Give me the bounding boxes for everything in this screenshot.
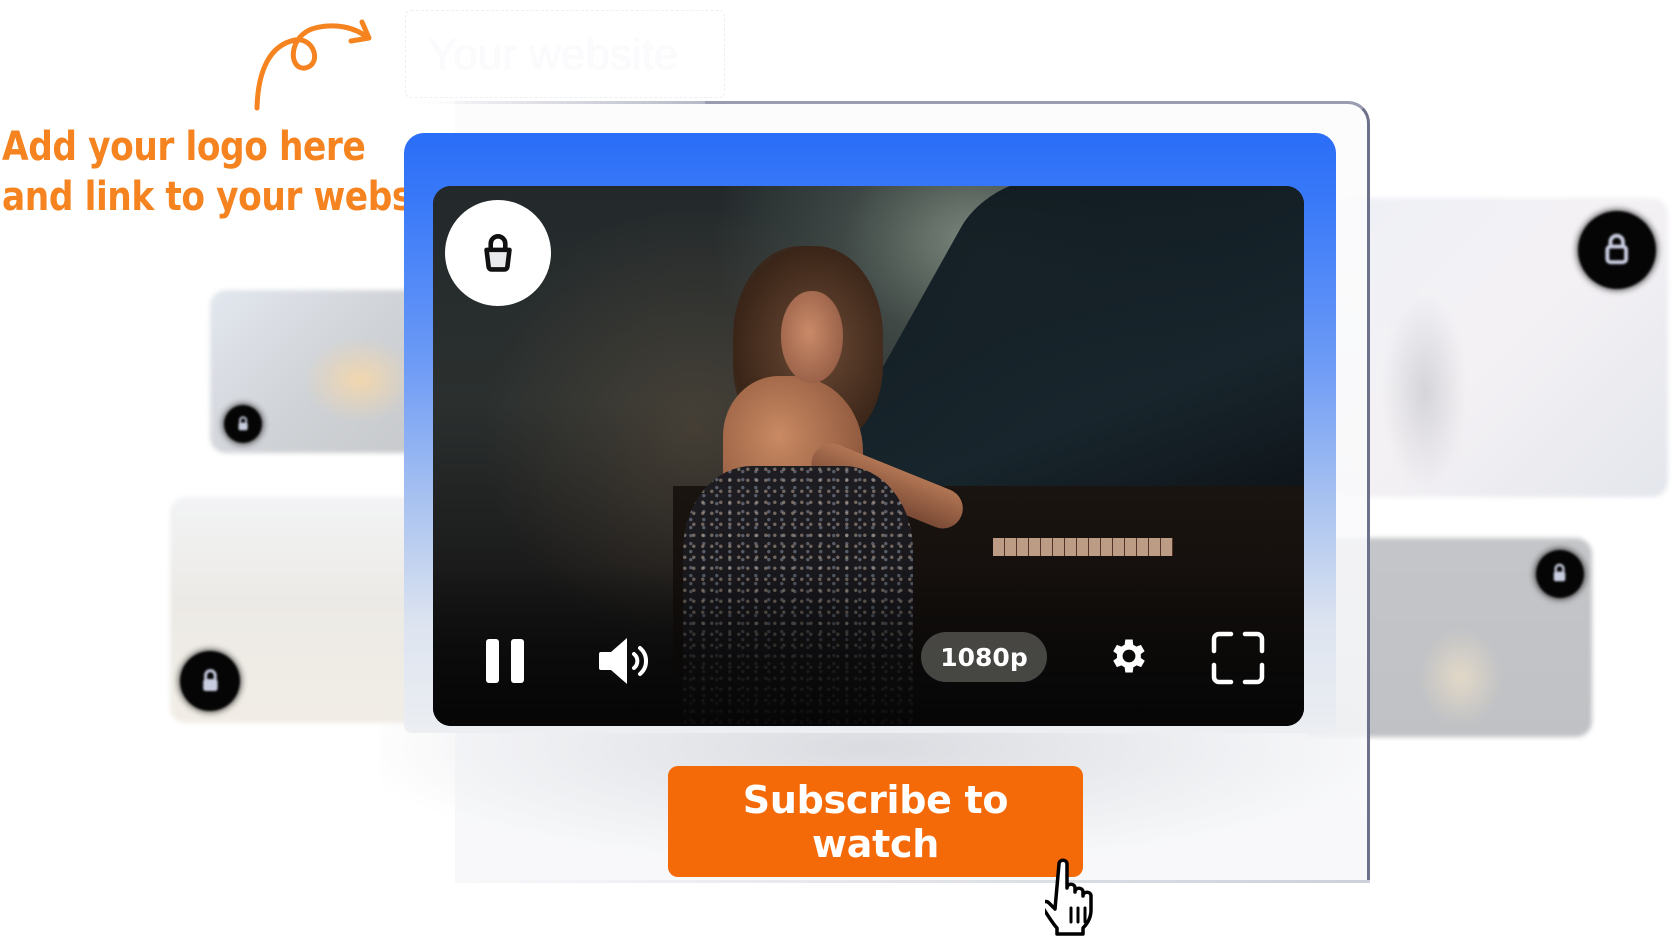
gear-icon [1113,639,1145,673]
annotation-line-1: Add your logo here [2,124,366,170]
volume-icon [599,638,648,684]
settings-button[interactable] [1105,632,1153,680]
lock-icon [484,234,512,272]
annotation-arrow-icon [254,19,372,111]
quality-selector[interactable]: 1080p [921,632,1047,682]
piano-keys [993,538,1173,556]
fullscreen-icon [1211,631,1265,685]
controls-gradient [433,566,1304,726]
video-player[interactable] [433,186,1304,726]
subscribe-button[interactable]: Subscribe to watch [668,766,1083,877]
fullscreen-button[interactable] [1208,629,1268,687]
annotation-line-2: and link to your website [2,174,463,220]
thumbnail-lock-icon [180,651,240,711]
frame-top-edge [405,101,705,104]
logo-placeholder-text[interactable]: Your website [428,30,678,80]
pause-icon [486,639,524,683]
thumbnail-lock-icon [1578,211,1656,289]
thumbnail-lock-icon [224,405,262,443]
frame-bottom-edge [455,880,1370,883]
volume-button[interactable] [595,634,655,688]
hand-cursor-icon [1045,858,1093,936]
pause-button[interactable] [480,636,530,686]
thumbnail-lock-icon [1536,550,1584,598]
performer-face [781,291,843,383]
lock-badge[interactable] [445,200,551,306]
